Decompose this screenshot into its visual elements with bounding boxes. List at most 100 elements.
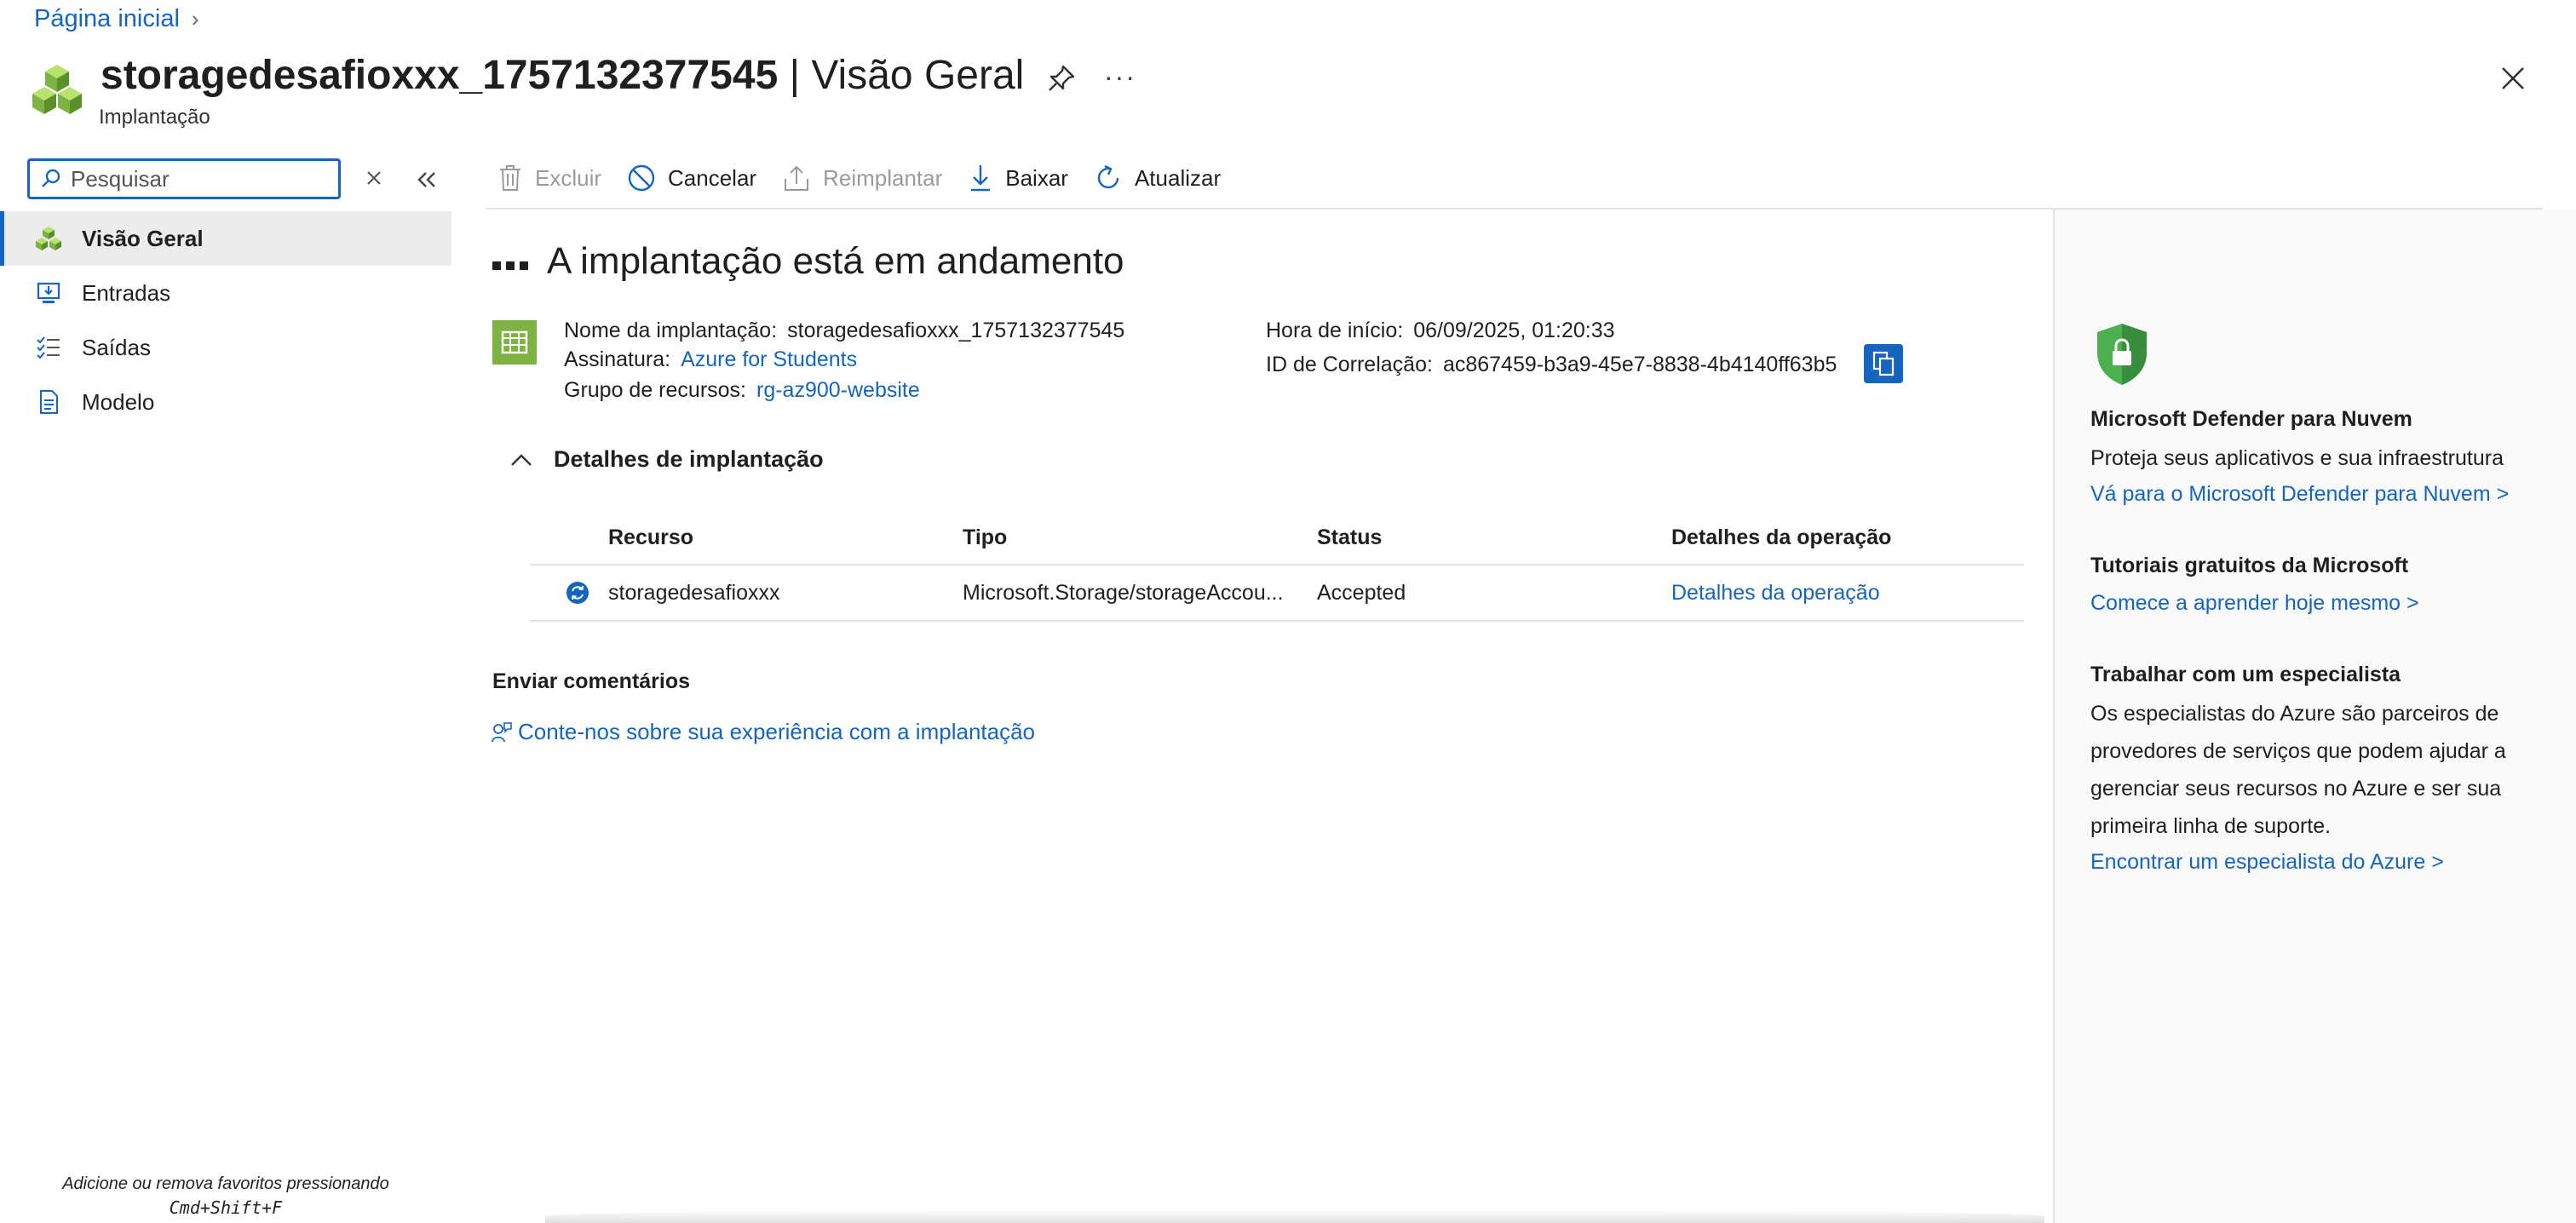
operation-details-link[interactable]: Detalhes da operação [1671,581,2024,606]
column-header-status: Status [1317,525,1383,549]
copy-icon [1872,351,1895,376]
table-row: storagedesafioxxx Microsoft.Storage/stor… [530,566,2024,622]
cancel-icon [628,164,655,192]
correlation-row: ID de Correlação: ac867459-b3a9-45e7-8838… [1266,353,1837,377]
defender-text: Proteja seus aplicativos e sua infraestr… [2090,446,2504,470]
cancel-button[interactable]: Cancelar [627,164,756,192]
deployment-name-row: Nome da implantação: storagedesafioxxx_17… [564,319,1124,343]
overview-cubes-icon [34,224,63,253]
sidebar-item-label: Visão Geral [82,225,204,251]
feedback-heading: Enviar comentários [492,669,691,693]
column-header-recurso: Recurso [608,525,694,549]
clear-search-icon[interactable] [363,167,385,189]
more-options-icon[interactable]: ··· [1104,61,1136,93]
column-header-detalhes: Detalhes da operação [1671,525,1892,549]
copy-button[interactable] [1864,344,1903,383]
page-subtitle: Implantação [99,106,210,129]
feedback-link-text: Conte-nos sobre sua experiência com a im… [518,719,1036,744]
deployment-details-table: Recurso Tipo Status Detalhes da operação… [530,511,2024,622]
command-bar: Excluir Cancelar Reimplantar Baixar Atua… [497,158,1246,198]
sidebar-nav: Visão Geral Entradas Saídas Modelo [0,211,451,429]
bottom-scroll-shadow [545,1209,2044,1223]
pin-icon[interactable] [1044,61,1078,95]
sidebar-item-label: Saídas [82,334,151,360]
refresh-icon [1097,164,1119,189]
resource-group-row: Grupo de recursos: rg-az900-website [564,378,920,403]
redeploy-button[interactable]: Reimplantar [782,164,942,192]
row-status-cell [530,581,608,605]
table-header: Recurso Tipo Status Detalhes da operação [530,511,2024,566]
deployment-name-value: storagedesafioxxx_1757132377545 [787,319,1125,342]
sidebar-item-entradas[interactable]: Entradas [0,266,451,320]
sync-in-progress-icon [566,582,589,604]
column-header-tipo: Tipo [963,525,1008,549]
search-box [27,158,341,199]
correlation-label: ID de Correlação: [1266,353,1433,376]
row-type: Microsoft.Storage/storageAccou... [963,580,1284,605]
inputs-icon [34,278,63,307]
correlation-value: ac867459-b3a9-45e7-8838-4b4140ff63b5 [1442,353,1837,376]
subscription-label: Assinatura: [564,347,671,371]
tutorials-title: Tutoriais gratuitos da Microsoft [2090,554,2409,577]
in-progress-dots-icon [492,261,528,270]
search-icon [42,169,60,187]
deployment-grid-icon [492,320,537,365]
download-button[interactable]: Baixar [968,164,1068,192]
page-title: storagedesafioxxx_1757132377545 | Visão … [101,51,1024,100]
resource-group-link[interactable]: rg-az900-website [756,378,920,402]
sidebar-item-label: Modelo [82,388,155,415]
download-icon [971,165,991,192]
tutorials-link[interactable]: Comece a aprender hoje mesmo > [2090,591,2419,616]
feedback-link[interactable]: Conte-nos sobre sua experiência com a im… [491,719,1035,745]
title-section: Visão Geral [811,53,1025,98]
sidebar-item-visao-geral[interactable]: Visão Geral [0,211,451,266]
deployment-details-label: Detalhes de implantação [554,446,824,472]
favorites-hint-shortcut: Cmd+Shift+F [169,1197,283,1218]
resource-group-label: Grupo de recursos: [564,378,746,402]
deployment-status-text: A implantação está em andamento [547,240,1124,282]
sidebar-item-saidas[interactable]: Saídas [0,320,451,375]
feedback-person-icon [492,721,512,742]
delete-button[interactable]: Excluir [497,164,601,192]
collapse-sidebar-icon[interactable] [414,167,440,192]
chevron-up-icon [511,453,532,466]
deployment-status-heading: A implantação está em andamento [492,240,1124,283]
cancel-label: Cancelar [668,164,757,191]
outputs-list-icon [34,333,63,362]
expert-title: Trabalhar com um especialista [2090,663,2401,686]
redeploy-label: Reimplantar [823,164,943,191]
breadcrumb-home-link[interactable]: Página inicial [34,5,180,33]
upload-icon [785,165,809,191]
start-time-row: Hora de início: 06/09/2025, 01:20:33 [1266,319,1615,343]
deployment-name-label: Nome da implantação: [564,319,778,342]
sidebar-item-label: Entradas [82,279,171,306]
search-input[interactable] [69,164,328,193]
title-separator: | [778,53,812,98]
defender-title: Microsoft Defender para Nuvem [2090,407,2412,431]
row-status: Accepted [1317,580,1406,605]
sidebar-item-modelo[interactable]: Modelo [0,375,451,429]
chevron-right-icon: › [191,6,199,32]
row-resource: storagedesafioxxx [608,580,780,605]
breadcrumb: Página inicial › [34,5,199,33]
defender-shield-icon [2097,324,2147,385]
title-resource-name: storagedesafioxxx_1757132377545 [101,53,779,98]
deployment-cubes-icon [32,65,82,114]
favorites-hint-line1: Adicione ou remova favoritos pressionand… [62,1174,389,1193]
refresh-label: Atualizar [1134,164,1222,191]
start-time-label: Hora de início: [1266,319,1404,342]
expert-link[interactable]: Encontrar um especialista do Azure > [2090,850,2444,875]
subscription-link[interactable]: Azure for Students [681,347,857,371]
expert-text: Os especialistas do Azure são parceiros … [2090,702,2506,838]
refresh-button[interactable]: Atualizar [1094,164,1221,192]
trash-icon [500,165,520,191]
defender-link[interactable]: Vá para o Microsoft Defender para Nuvem … [2090,482,2509,507]
deployment-details-toggle[interactable]: Detalhes de implantação [509,446,824,473]
start-time-value: 06/09/2025, 01:20:33 [1413,319,1615,342]
subscription-row: Assinatura: Azure for Students [564,347,857,372]
template-document-icon [34,388,63,416]
close-icon[interactable] [2496,61,2530,95]
delete-label: Excluir [535,164,602,191]
download-label: Baixar [1005,164,1068,191]
favorites-hint: Adicione ou remova favoritos pressionand… [34,1172,417,1220]
